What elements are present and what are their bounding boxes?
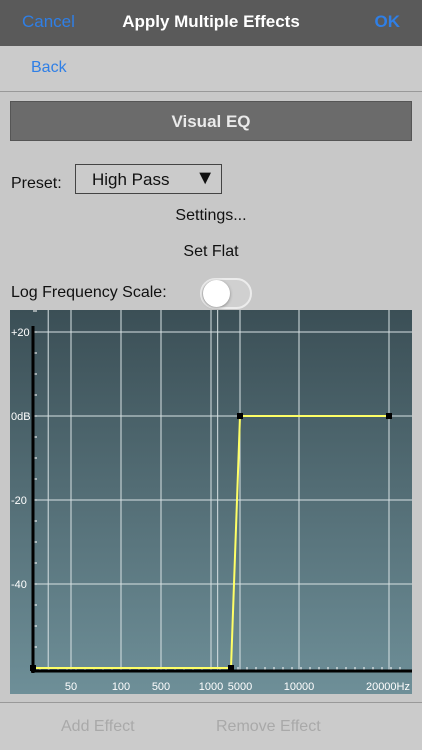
add-effect-button[interactable]: Add Effect <box>61 718 135 736</box>
eq-graph[interactable]: +20 0dB -20 -40 50 100 500 1000 5000 10000 20000H… <box>10 310 412 694</box>
log-frequency-toggle[interactable] <box>200 278 252 309</box>
ok-button[interactable]: OK <box>375 12 401 32</box>
bottom-toolbar: Add Effect Remove Effect <box>0 704 422 750</box>
eq-control-point[interactable] <box>237 413 243 419</box>
x-tick-label: 20000Hz <box>366 681 410 693</box>
y-tick-label: -40 <box>11 579 27 591</box>
preset-value: High Pass <box>92 170 170 189</box>
eq-chart[interactable]: +20 0dB -20 -40 50 100 500 1000 5000 10000 20000H… <box>10 310 412 694</box>
x-tick-label: 50 <box>65 681 77 693</box>
dropdown-arrow-icon: ▼ <box>195 167 215 189</box>
preset-dropdown[interactable]: High Pass ▼ <box>75 164 222 194</box>
x-tick-label: 500 <box>152 681 170 693</box>
preset-label: Preset: <box>11 175 62 192</box>
back-button[interactable]: Back <box>31 59 67 77</box>
x-tick-label: 1000 <box>199 681 223 693</box>
settings-button[interactable]: Settings... <box>0 207 422 225</box>
navigation-bar: Cancel Apply Multiple Effects OK <box>0 0 422 46</box>
set-flat-button[interactable]: Set Flat <box>0 243 422 261</box>
eq-control-point[interactable] <box>386 413 392 419</box>
eq-control-point[interactable] <box>228 665 234 671</box>
y-tick-label: 0dB <box>11 411 31 423</box>
eq-control-point[interactable] <box>30 665 36 671</box>
remove-effect-button[interactable]: Remove Effect <box>216 718 321 736</box>
nav-title: Apply Multiple Effects <box>122 12 300 31</box>
log-frequency-label: Log Frequency Scale: <box>11 284 167 301</box>
section-title: Visual EQ <box>171 112 251 131</box>
x-tick-label: 100 <box>112 681 130 693</box>
y-tick-label: +20 <box>11 327 30 339</box>
y-tick-label: -20 <box>11 495 27 507</box>
x-tick-label: 5000 <box>228 681 252 693</box>
toggle-knob <box>203 280 230 307</box>
section-header: Visual EQ <box>10 101 412 141</box>
x-tick-label: 10000 <box>284 681 315 693</box>
